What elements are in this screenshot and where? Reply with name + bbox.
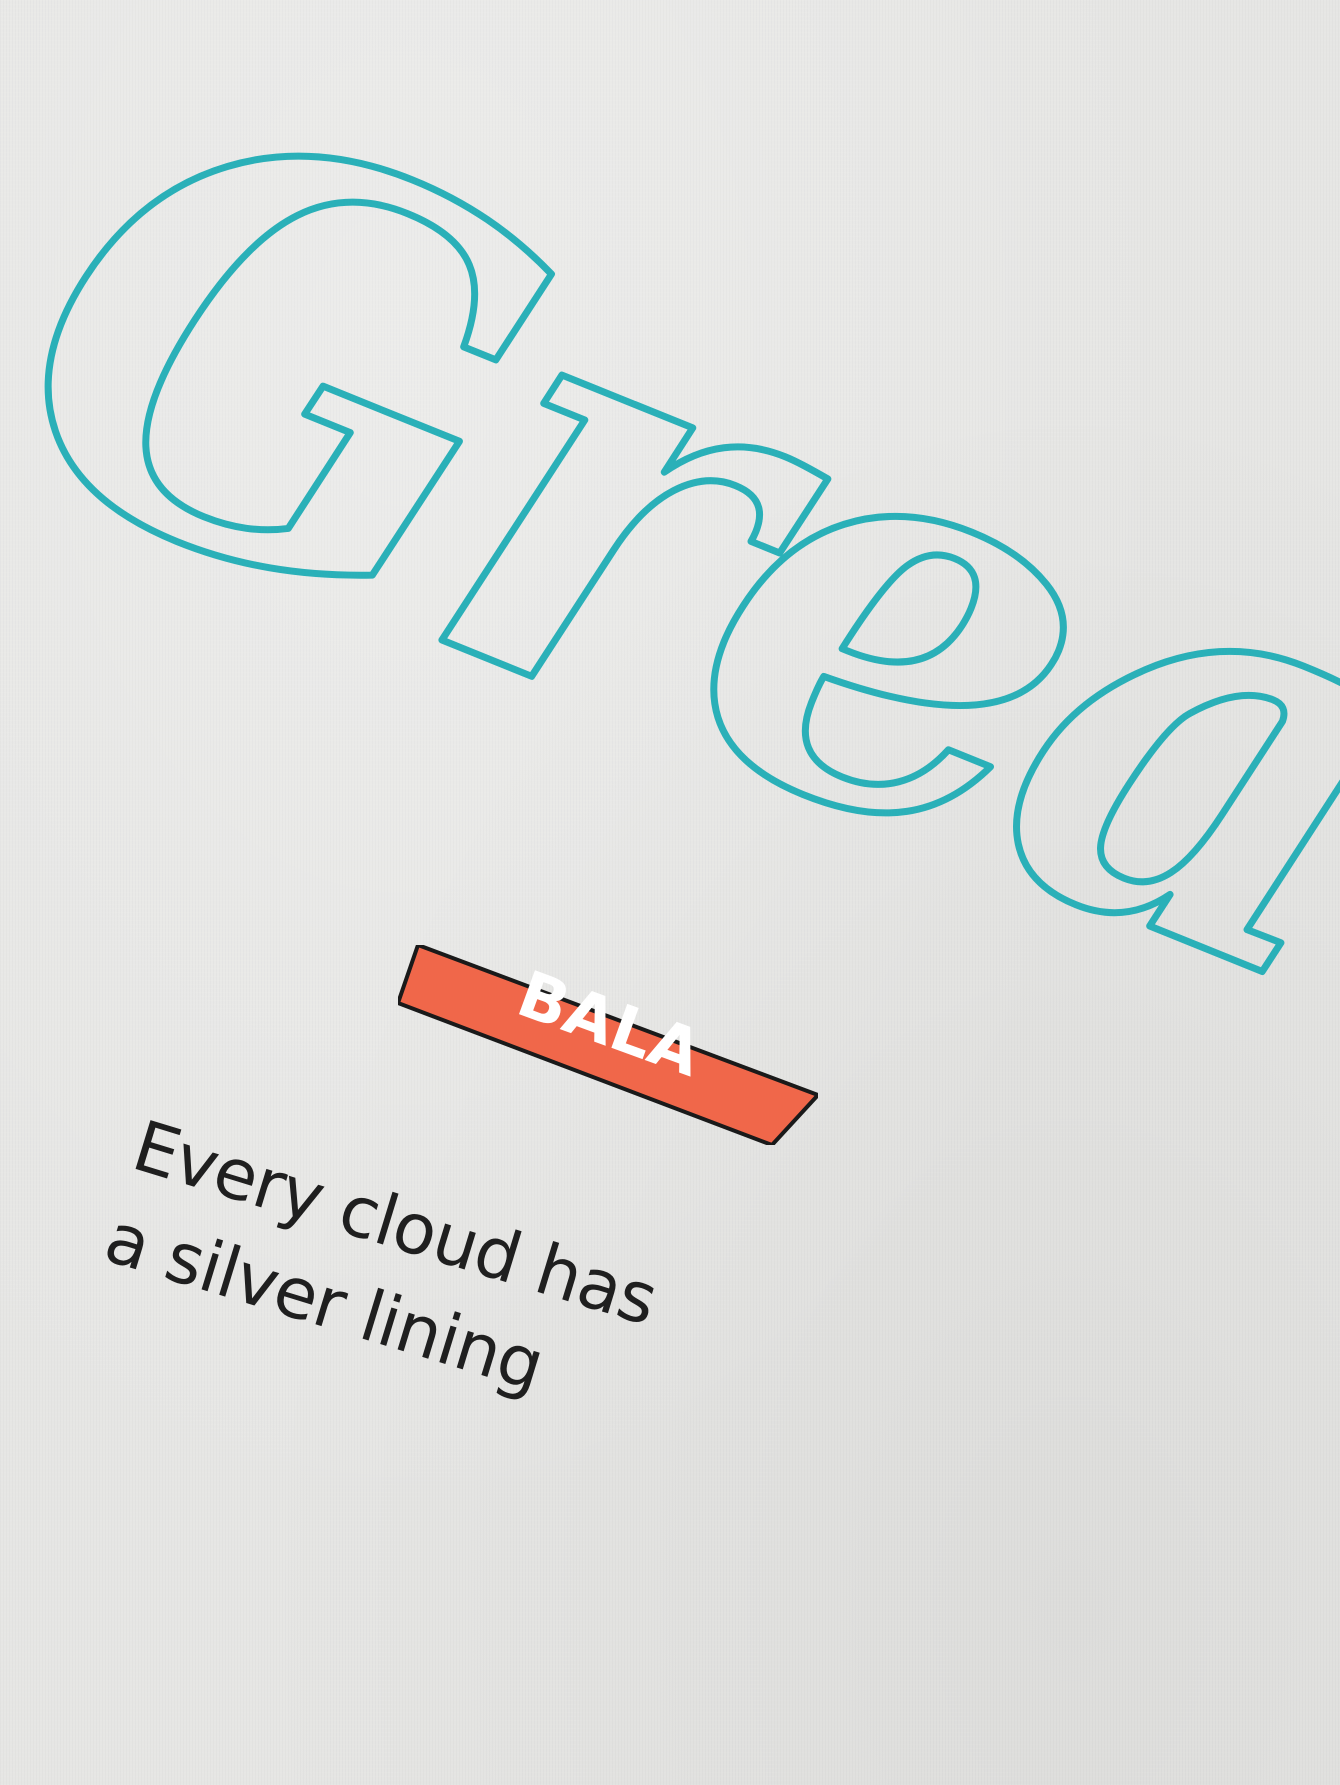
script-logo-graphic: Grea <box>0 0 1340 1113</box>
script-word-outline: Grea <box>0 0 1340 1109</box>
bala-badge: BALA <box>398 945 818 1145</box>
